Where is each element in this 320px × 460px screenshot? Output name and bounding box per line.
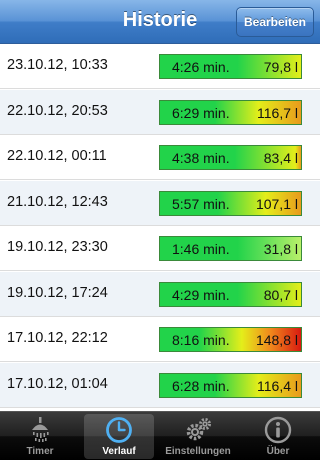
tab-timer[interactable]: Timer [5,414,75,459]
usage-gauge: 1:46 min. 31,8 l [159,236,302,261]
navigation-bar: Historie Bearbeiten [0,0,320,44]
water-volume: 83,4 l [263,150,298,166]
shower-duration: 5:57 min. [172,195,230,212]
tab-label: Timer [26,446,54,457]
history-date: 19.10.12, 23:30 [7,239,108,255]
water-volume: 148,8 l [255,332,298,348]
tab-label: Über [266,446,290,457]
tab-verlauf[interactable]: Verlauf [84,414,154,459]
history-date: 23.10.12, 10:33 [7,57,108,73]
history-date: 22.10.12, 20:53 [7,102,108,119]
history-row[interactable]: 21.10.12, 12:43 5:57 min. 107,1 l [0,180,320,226]
tab-ueber[interactable]: Über [243,414,313,459]
shower-duration: 8:16 min. [172,332,230,348]
history-date: 21.10.12, 12:43 [7,193,108,210]
usage-gauge: 6:28 min. 116,4 l [159,372,302,398]
water-volume: 31,8 l [263,241,298,257]
shower-duration: 6:28 min. [172,377,230,394]
usage-gauge: 8:16 min. 148,8 l [159,327,302,352]
water-volume: 80,7 l [263,286,298,303]
tab-bar: Timer Verlauf Einstellungen Über [0,411,320,460]
water-volume: 116,4 l [257,377,298,394]
gears-icon [186,418,211,441]
history-date: 17.10.12, 01:04 [7,375,108,392]
usage-gauge: 4:29 min. 80,7 l [159,281,302,307]
history-date: 19.10.12, 17:24 [7,284,108,301]
history-row[interactable]: 17.10.12, 22:12 8:16 min. 148,8 l [0,317,320,362]
water-volume: 116,7 l [257,104,298,121]
history-row[interactable]: 17.10.12, 01:04 6:28 min. 116,4 l [0,362,320,408]
history-date: 22.10.12, 00:11 [7,148,107,164]
usage-gauge: 4:26 min. 79,8 l [159,54,302,79]
clock-icon [106,417,132,443]
history-list[interactable]: 23.10.12, 10:33 4:26 min. 79,8 l 22.10.12, … [0,44,320,411]
history-row[interactable]: 22.10.12, 00:11 4:38 min. 83,4 l [0,135,320,180]
shower-duration: 1:46 min. [172,241,230,257]
tab-label: Einstellungen [165,446,231,457]
shower-duration: 4:29 min. [172,286,230,303]
history-row[interactable]: 22.10.12, 20:53 6:29 min. 116,7 l [0,89,320,135]
info-icon [264,416,292,444]
shower-duration: 4:26 min. [172,59,230,75]
usage-gauge: 5:57 min. 107,1 l [159,190,302,216]
history-row[interactable]: 19.10.12, 23:30 1:46 min. 31,8 l [0,226,320,271]
water-volume: 107,1 l [255,195,298,212]
history-date: 17.10.12, 22:12 [7,330,108,346]
usage-gauge: 4:38 min. 83,4 l [159,145,302,170]
history-row[interactable]: 19.10.12, 17:24 4:29 min. 80,7 l [0,271,320,317]
tab-label: Verlauf [102,446,136,457]
tab-einstellungen[interactable]: Einstellungen [163,414,233,459]
water-volume: 79,8 l [263,59,298,75]
history-row[interactable]: 23.10.12, 10:33 4:26 min. 79,8 l [0,44,320,89]
usage-gauge: 6:29 min. 116,7 l [159,99,302,125]
shower-duration: 6:29 min. [172,104,230,121]
shower-icon [32,417,49,442]
shower-duration: 4:38 min. [172,150,230,166]
edit-button[interactable]: Bearbeiten [236,7,314,37]
